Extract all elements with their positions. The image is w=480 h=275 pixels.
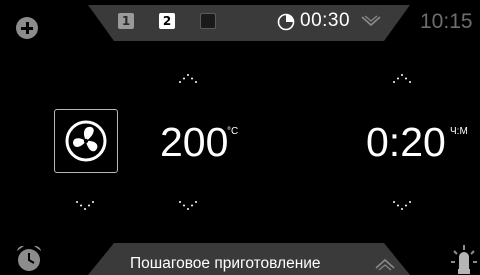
temperature-decrease-button[interactable] (178, 200, 198, 212)
duration-unit: Ч:М (450, 126, 468, 137)
step-2-indicator[interactable]: 2 (159, 13, 175, 29)
add-button[interactable] (16, 17, 38, 39)
mode-next-button[interactable] (75, 200, 95, 212)
step-cooking-button[interactable]: Пошаговое приготовление (130, 255, 321, 273)
time-decrease-button[interactable] (392, 200, 412, 212)
duration-value[interactable]: 0:20 (366, 118, 446, 166)
timer-value[interactable]: 00:30 (300, 10, 350, 32)
fan-icon (65, 120, 107, 162)
temperature-value[interactable]: 200 (160, 118, 228, 166)
step-1-indicator[interactable]: 1 (118, 13, 134, 29)
oven-lamp-icon[interactable] (450, 243, 478, 275)
time-increase-button[interactable] (392, 72, 412, 84)
step-3-indicator[interactable] (200, 13, 216, 29)
chevron-up-icon[interactable] (374, 257, 396, 271)
temperature-unit: °C (227, 126, 239, 137)
pie-timer-icon (277, 13, 295, 31)
mode-selector-button[interactable] (54, 109, 118, 173)
chevron-down-icon[interactable] (360, 14, 382, 28)
temperature-increase-button[interactable] (178, 72, 198, 84)
plus-icon (25, 22, 29, 34)
clock: 10:15 (420, 10, 473, 33)
alarm-clock-icon[interactable] (14, 243, 44, 273)
